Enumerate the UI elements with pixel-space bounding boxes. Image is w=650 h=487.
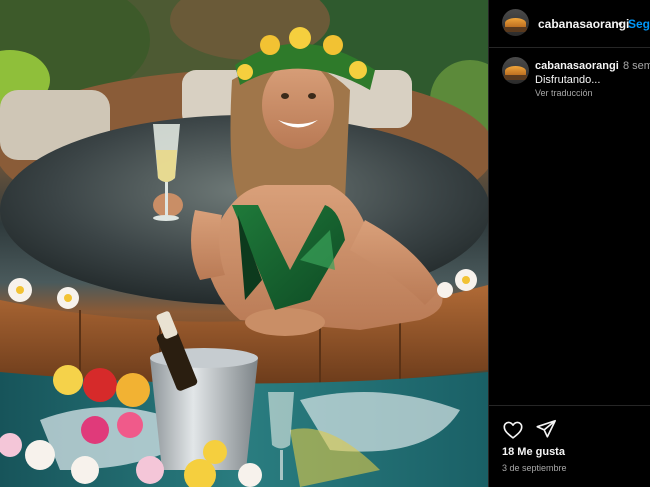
caption-time[interactable]: 8 sem (623, 60, 650, 72)
heart-icon[interactable] (502, 419, 524, 441)
post-image-illustration (0, 0, 488, 487)
header-separator: • (618, 17, 623, 31)
follow-button[interactable]: Seg (628, 17, 650, 31)
post-header: cabanasaorangi • Seg (489, 0, 650, 48)
post-actions: 18 Me gusta 3 de septiembre (489, 405, 650, 487)
avatar[interactable] (502, 9, 529, 36)
caption-text: Disfrutando... (535, 74, 601, 86)
send-icon[interactable] (535, 418, 557, 440)
post-image[interactable] (0, 0, 488, 487)
post-sidebar: cabanasaorangi • Seg cabanasaorangi 8 se… (488, 0, 650, 487)
likes-count[interactable]: 18 Me gusta (502, 446, 565, 458)
caption-avatar[interactable] (502, 57, 529, 84)
header-username[interactable]: cabanasaorangi (538, 17, 629, 31)
caption-username[interactable]: cabanasaorangi (535, 60, 619, 72)
see-translation-link[interactable]: Ver traducción (535, 88, 593, 98)
post-date[interactable]: 3 de septiembre (502, 463, 567, 473)
